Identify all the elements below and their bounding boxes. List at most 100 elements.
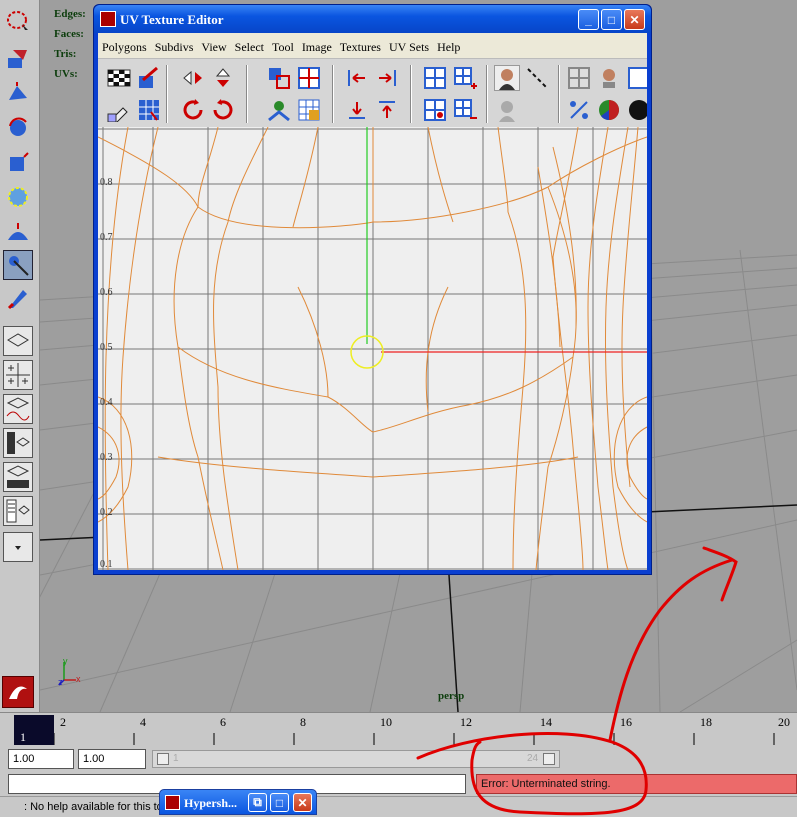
sew-uv-edges-icon[interactable] — [296, 65, 322, 91]
menu-view[interactable]: View — [197, 40, 230, 55]
v-label-0.4: 0.4 — [100, 397, 113, 408]
universal-manip-icon[interactable] — [3, 182, 33, 212]
uv-editor-title: UV Texture Editor — [120, 12, 224, 27]
time-slider[interactable]: 1 2 4 6 8 10 12 14 16 18 20 — [0, 712, 797, 746]
rotate-uv-cw-icon[interactable] — [210, 97, 236, 123]
filtered-icon[interactable] — [626, 65, 647, 91]
uv-texture-editor-window: UV Texture Editor _ □ ✕ Polygons Subdivs V… — [93, 4, 652, 575]
layout-single-pane-icon[interactable] — [3, 326, 33, 356]
start-time-field[interactable]: 1.00 — [8, 749, 74, 769]
layout-uvs-icon[interactable] — [296, 97, 322, 123]
playback-start-field[interactable]: 1.00 — [78, 749, 146, 769]
menu-polygons[interactable]: Polygons — [98, 40, 151, 55]
move-uv-left-icon[interactable] — [344, 65, 370, 91]
tick-label: 18 — [700, 715, 712, 729]
uv-editing-canvas[interactable]: 0.8 0.7 0.6 0.5 0.4 0.3 0.2 0.1 — [98, 127, 647, 570]
menu-tool[interactable]: Tool — [268, 40, 298, 55]
menu-select[interactable]: Select — [231, 40, 268, 55]
layout-more-dropdown-icon[interactable] — [3, 532, 33, 562]
tick-label: 10 — [380, 715, 392, 729]
checker-icon[interactable] — [106, 65, 132, 91]
uv-snapshot-icon[interactable] — [136, 65, 162, 91]
maximize-button[interactable]: □ — [601, 9, 622, 30]
restore-button[interactable]: ⧉ — [248, 793, 267, 812]
uv-lattice-icon[interactable] — [136, 97, 162, 123]
move-and-sew-icon[interactable] — [266, 97, 292, 123]
tick-label: 12 — [460, 715, 472, 729]
soft-mod-icon[interactable] — [3, 216, 33, 246]
hypershade-title: Hypersh... — [184, 796, 238, 810]
time-slider-ticks — [53, 733, 775, 745]
move-uv-down-icon[interactable] — [344, 97, 370, 123]
alpha-channel-icon[interactable] — [626, 97, 647, 123]
tick-label: 14 — [540, 715, 552, 729]
rotate-uv-ccw-icon[interactable] — [180, 97, 206, 123]
grid-uv-add-icon[interactable] — [452, 65, 478, 91]
menu-help[interactable]: Help — [433, 40, 464, 55]
range-slider[interactable]: 1 24 — [152, 750, 560, 768]
v-label-0.8: 0.8 — [100, 177, 113, 188]
display-grid-icon[interactable] — [566, 65, 592, 91]
menu-subdivs[interactable]: Subdivs — [151, 40, 198, 55]
rotate-tool-icon[interactable] — [3, 112, 33, 142]
menu-image[interactable]: Image — [298, 40, 336, 55]
tick-label: 6 — [220, 715, 226, 729]
layout-persp-graph-icon[interactable] — [3, 394, 33, 424]
hud-faces: Faces: — [54, 28, 84, 40]
scale-tool-icon[interactable] — [3, 148, 33, 178]
close-button[interactable]: ✕ — [293, 793, 312, 812]
v-label-0.7: 0.7 — [100, 232, 113, 243]
shaded-uvs-icon[interactable] — [524, 65, 550, 91]
command-result-error: Error: Unterminated string. — [476, 774, 797, 794]
close-button[interactable]: ✕ — [624, 9, 645, 30]
layout-hypershade-persp-icon[interactable] — [3, 496, 33, 526]
hypershade-minimized-window[interactable]: Hypersh... ⧉ □ ✕ — [159, 789, 317, 815]
maya-logo-icon — [2, 676, 34, 708]
axis-gizmo-icon: y x z — [58, 656, 81, 686]
help-line: : No help available for this to — [0, 796, 797, 817]
menu-uv-sets[interactable]: UV Sets — [385, 40, 433, 55]
layout-persp-trax-icon[interactable] — [3, 462, 33, 492]
show-manipulator-icon[interactable] — [3, 250, 33, 280]
minimize-button[interactable]: _ — [578, 9, 599, 30]
color-channels-icon[interactable] — [596, 97, 622, 123]
move-uv-up-icon[interactable] — [374, 97, 400, 123]
hud-uvs: UVs: — [54, 68, 78, 80]
tick-label: 20 — [778, 715, 790, 729]
tick-label: 8 — [300, 715, 306, 729]
maya-window-icon — [100, 11, 116, 27]
tick-label: 4 — [140, 715, 146, 729]
layout-four-pane-icon[interactable] — [3, 360, 33, 390]
v-label-0.2: 0.2 — [100, 507, 113, 518]
isolate-add-icon[interactable] — [494, 97, 520, 123]
current-frame-marker[interactable]: 1 — [14, 715, 54, 745]
move-uv-right-icon[interactable] — [374, 65, 400, 91]
grid-uv-icon[interactable] — [422, 65, 448, 91]
normalize-uvs-icon[interactable] — [566, 97, 592, 123]
eyedropper-icon[interactable] — [106, 97, 132, 123]
display-image-icon[interactable] — [596, 65, 622, 91]
cut-uv-edges-icon[interactable] — [266, 65, 292, 91]
paint-select-icon[interactable] — [3, 44, 33, 74]
hud-tris: Tris: — [54, 48, 77, 60]
v-label-0.1: 0.1 — [100, 559, 113, 570]
menu-textures[interactable]: Textures — [336, 40, 385, 55]
axis-x-label: x — [76, 674, 81, 684]
layout-persp-outliner-icon[interactable] — [3, 428, 33, 458]
grid-uv-remove-icon[interactable] — [452, 97, 478, 123]
maximize-button[interactable]: □ — [270, 793, 289, 812]
lasso-select-icon[interactable] — [3, 6, 33, 36]
tick-label: 16 — [620, 715, 632, 729]
move-tool-icon[interactable] — [3, 78, 33, 108]
isolate-select-icon[interactable] — [494, 65, 520, 91]
grid-uv-pin-icon[interactable] — [422, 97, 448, 123]
uv-editor-titlebar[interactable]: UV Texture Editor _ □ ✕ — [94, 5, 651, 33]
last-tool-icon[interactable] — [3, 284, 33, 314]
range-end-handle[interactable] — [543, 753, 555, 765]
flip-u-icon[interactable] — [180, 65, 206, 91]
help-text: : No help available for this to — [24, 801, 163, 813]
axis-z-label: z — [58, 677, 63, 686]
range-start-handle[interactable] — [157, 753, 169, 765]
flip-v-icon[interactable] — [210, 65, 236, 91]
camera-label: persp — [438, 690, 465, 702]
